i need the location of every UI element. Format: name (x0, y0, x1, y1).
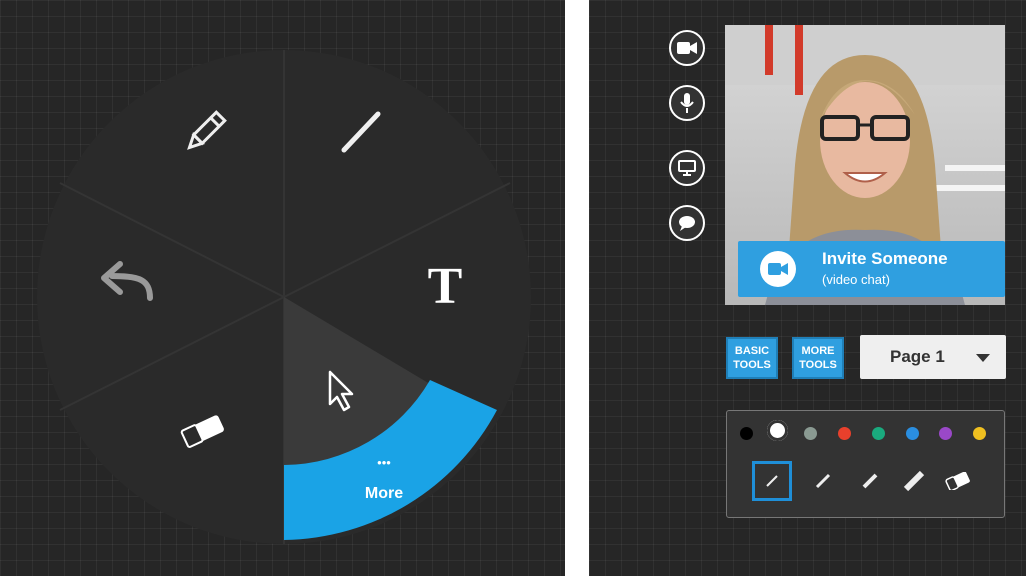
color-swatch-purple[interactable] (939, 427, 952, 440)
monitor-icon (678, 160, 696, 176)
basic-tools-line2: TOOLS (733, 359, 771, 371)
color-swatch-green[interactable] (872, 427, 885, 440)
pen-fine-icon (815, 473, 831, 489)
basic-tools-button[interactable]: BASIC TOOLS (726, 337, 778, 379)
pen-medium-icon (862, 473, 878, 489)
canvas-right: Invite Someone (video chat) BASIC TOOLS … (589, 0, 1026, 576)
chevron-down-icon (976, 354, 990, 362)
pen-large-icon (903, 470, 925, 492)
page-dropdown-value: Page 1 (890, 347, 945, 366)
chat-bubble-icon (679, 216, 695, 231)
microphone-icon (680, 93, 694, 113)
page-dropdown[interactable]: Page 1 (860, 335, 1006, 379)
microphone-button[interactable] (669, 85, 705, 121)
color-swatch-yellow[interactable] (973, 427, 986, 440)
invite-title: Invite Someone (822, 249, 948, 268)
more-tools-button[interactable]: MORE TOOLS (792, 337, 844, 379)
video-camera-icon (677, 42, 697, 54)
pen-fine-button[interactable] (803, 461, 843, 501)
chat-button[interactable] (669, 205, 705, 241)
video-camera-button[interactable] (669, 30, 705, 66)
color-swatch-red[interactable] (838, 427, 851, 440)
invite-someone-button[interactable]: Invite Someone (video chat) (738, 241, 1005, 297)
color-swatch-blue[interactable] (906, 427, 919, 440)
invite-video-icon (760, 251, 796, 287)
eraser-tool-icon (945, 472, 970, 490)
pen-extra-fine-button[interactable] (752, 461, 792, 501)
text-icon[interactable]: T (428, 258, 463, 315)
invite-subtitle: (video chat) (822, 272, 890, 287)
color-pen-palette (726, 410, 1005, 518)
color-swatch-black[interactable] (740, 427, 753, 440)
more-dots: ••• (377, 455, 391, 470)
basic-tools-line1: BASIC (734, 345, 770, 357)
more-tools-line1: MORE (801, 345, 835, 357)
more-tools-line2: TOOLS (799, 359, 837, 371)
color-swatch-white-selected[interactable] (767, 420, 788, 441)
pen-large-button[interactable] (894, 461, 934, 501)
more-label: More (365, 485, 403, 502)
color-swatch-gray[interactable] (804, 427, 817, 440)
radial-tool-menu: ••• More T (37, 50, 531, 544)
eraser-tool-button[interactable] (938, 461, 978, 501)
canvas-left: ••• More T (0, 0, 565, 576)
pen-extra-fine-icon (766, 475, 778, 487)
pen-medium-button[interactable] (850, 461, 890, 501)
screen-share-button[interactable] (669, 150, 705, 186)
